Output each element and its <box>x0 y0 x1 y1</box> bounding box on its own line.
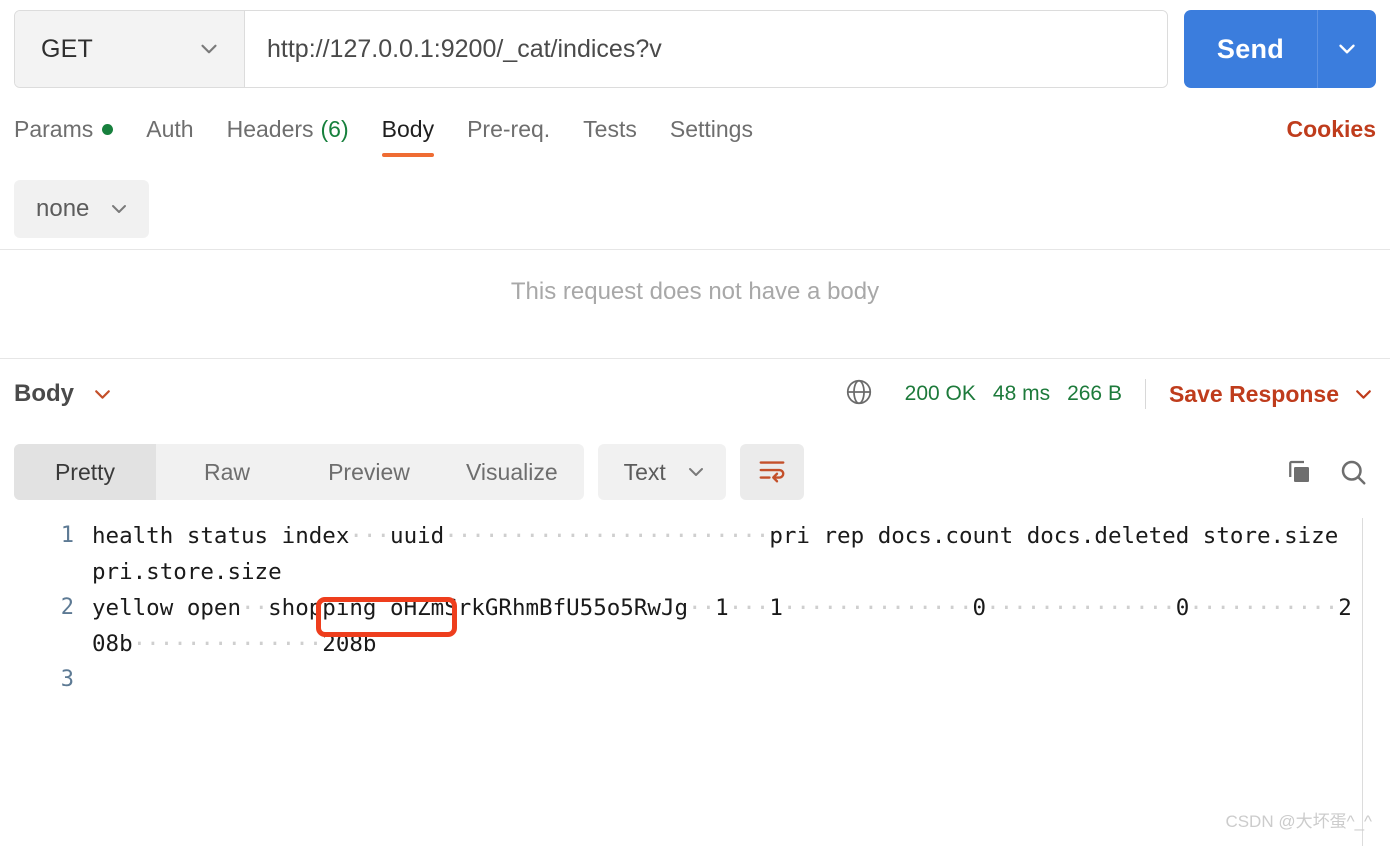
whitespace-marker: ·············· <box>782 595 973 621</box>
line-content <box>92 662 1362 698</box>
code-text: shopping oHZmSrkGRhmBfU55o5RwJg <box>268 595 689 621</box>
send-options-button[interactable] <box>1317 10 1376 88</box>
code-text: yellow open <box>92 595 242 621</box>
line-content: health status index···uuid··············… <box>92 518 1362 590</box>
globe-icon <box>844 377 874 412</box>
empty-body-message: This request does not have a body <box>510 278 880 305</box>
response-actions <box>1284 457 1376 487</box>
chevron-down-icon <box>684 460 708 484</box>
tab-headers-count: (6) <box>320 116 349 142</box>
body-type-select[interactable]: none <box>14 180 150 238</box>
chevron-down-icon <box>90 382 115 407</box>
whitespace-marker: ·············· <box>132 631 323 657</box>
response-format-label: Text <box>623 458 666 485</box>
code-lines: 1 health status index···uuid·············… <box>0 518 1362 698</box>
response-body-dropdown[interactable]: Body <box>14 380 115 408</box>
save-response-label: Save Response <box>1168 380 1339 407</box>
response-section-divider <box>0 358 1390 359</box>
tab-settings-label: Settings <box>669 116 753 142</box>
whitespace-marker: ·· <box>241 595 269 621</box>
tab-params[interactable]: Params <box>14 116 114 157</box>
http-method-select[interactable]: GET <box>15 11 245 87</box>
response-body-viewer[interactable]: 1 health status index···uuid·············… <box>0 518 1363 846</box>
tab-prerequest[interactable]: Pre-req. <box>467 116 550 157</box>
code-text: 1 <box>769 595 783 621</box>
tab-body[interactable]: Body <box>381 116 435 157</box>
response-time: 48 ms <box>992 382 1051 405</box>
params-indicator-dot <box>102 124 114 135</box>
code-text: 1 <box>715 595 729 621</box>
chevron-down-icon <box>196 36 222 62</box>
tab-headers-label: Headers <box>226 116 314 142</box>
line-number: 3 <box>60 667 74 692</box>
code-text: uuid <box>390 523 445 549</box>
chevron-down-icon <box>1334 36 1360 62</box>
whitespace-marker: ··········· <box>1189 595 1339 621</box>
code-text: 0 <box>1175 595 1190 621</box>
code-line: 1 health status index···uuid·············… <box>0 518 1362 590</box>
line-number: 1 <box>60 523 74 548</box>
code-text: 0 <box>972 595 987 621</box>
body-type-row: none <box>14 180 150 238</box>
whitespace-marker: ··· <box>728 595 770 621</box>
search-icon[interactable] <box>1338 457 1368 487</box>
request-tabs: Params Auth Headers (6) Body Pre-req. Te… <box>14 116 1376 164</box>
body-section-divider <box>0 249 1390 250</box>
tab-prerequest-label: Pre-req. <box>467 116 551 142</box>
tab-raw[interactable]: Raw <box>156 444 298 500</box>
response-view-tabs: Pretty Raw Preview Visualize <box>14 444 584 500</box>
chevron-down-icon <box>1351 382 1376 407</box>
whitespace-marker: ··· <box>349 523 391 549</box>
line-number: 2 <box>60 595 74 620</box>
url-input[interactable]: http://127.0.0.1:9200/_cat/indices?v <box>245 11 1167 87</box>
save-response-button[interactable]: Save Response <box>1169 381 1376 408</box>
tab-tests-label: Tests <box>583 116 637 142</box>
tab-pretty[interactable]: Pretty <box>14 444 156 500</box>
http-method-label: GET <box>41 34 93 63</box>
response-format-select[interactable]: Text <box>597 444 726 500</box>
tab-visualize[interactable]: Visualize <box>440 444 584 500</box>
tab-preview[interactable]: Preview <box>298 444 440 500</box>
code-text: 208b <box>322 631 377 657</box>
response-header: Body 200 OK 48 ms 266 B Save Response <box>14 370 1376 418</box>
tab-body-label: Body <box>381 116 435 142</box>
response-size: 266 B <box>1067 382 1122 405</box>
watermark: CSDN @大坏蛋^_^ <box>1225 812 1372 831</box>
word-wrap-icon <box>757 457 787 488</box>
code-text: health status index <box>92 523 350 549</box>
word-wrap-toggle[interactable] <box>739 444 804 500</box>
response-status: 200 OK <box>904 382 976 405</box>
tab-auth[interactable]: Auth <box>146 116 193 157</box>
tab-params-label: Params <box>14 116 94 142</box>
whitespace-marker: ························ <box>444 523 770 549</box>
meta-divider <box>1144 379 1146 409</box>
chevron-down-icon <box>107 197 131 221</box>
send-button-group: Send <box>1184 10 1376 88</box>
tab-settings[interactable]: Settings <box>670 116 753 157</box>
line-content: yellow open··shopping oHZmSrkGRhmBfU55o5… <box>92 590 1362 662</box>
whitespace-marker: ·············· <box>986 595 1176 621</box>
response-toolbar: Pretty Raw Preview Visualize Text <box>14 444 1376 500</box>
code-line: 3 <box>0 662 1362 698</box>
tab-tests[interactable]: Tests <box>583 116 637 157</box>
tab-auth-label: Auth <box>146 116 194 142</box>
send-button[interactable]: Send <box>1184 10 1317 88</box>
body-type-label: none <box>36 195 90 222</box>
copy-icon[interactable] <box>1284 457 1314 487</box>
response-meta: 200 OK 48 ms 266 B Save Response <box>844 377 1376 412</box>
code-line: 2 yellow open··shopping oHZmSrkGRhmBfU55o… <box>0 590 1362 662</box>
method-url-group: GET http://127.0.0.1:9200/_cat/indices?v <box>14 10 1168 88</box>
cookies-link[interactable]: Cookies <box>1287 116 1376 157</box>
whitespace-marker: ·· <box>688 595 716 621</box>
request-url-bar: GET http://127.0.0.1:9200/_cat/indices?v… <box>14 10 1376 88</box>
tab-headers[interactable]: Headers (6) <box>227 116 349 157</box>
response-body-label: Body <box>14 380 74 407</box>
